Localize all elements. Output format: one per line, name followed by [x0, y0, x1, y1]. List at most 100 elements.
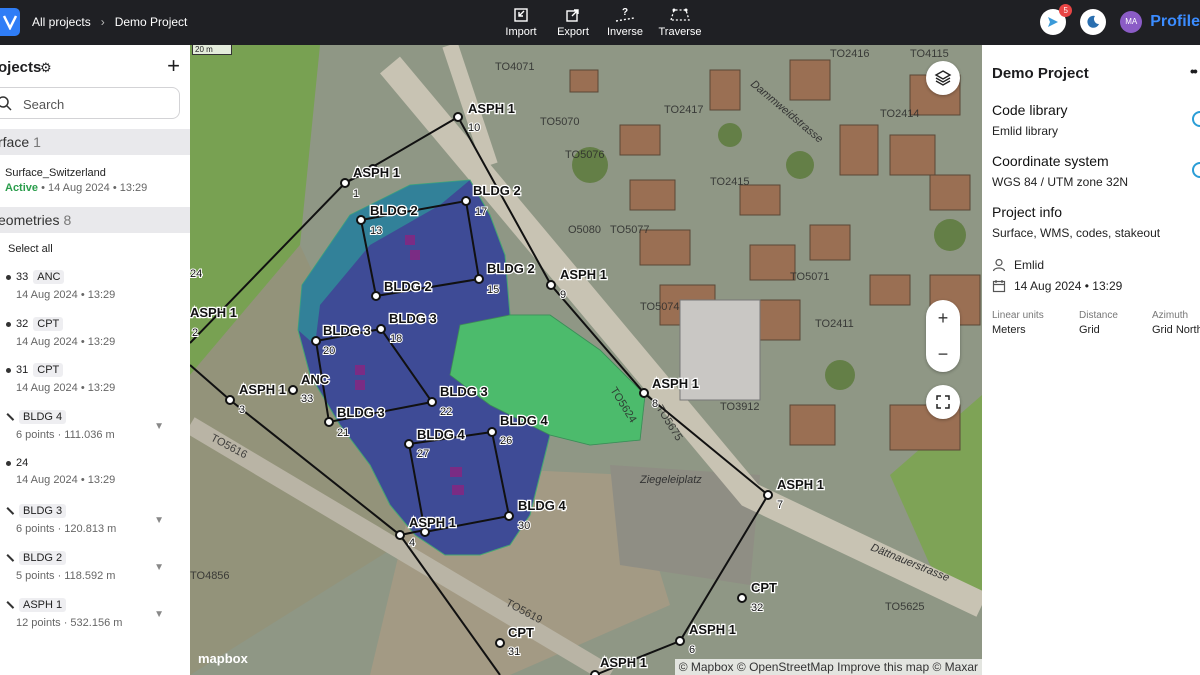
avatar[interactable]: MA [1120, 11, 1143, 33]
point-number: 15 [487, 284, 499, 296]
item-number: 31 [16, 364, 29, 376]
breadcrumb-separator: › [100, 15, 105, 29]
point-number: 20 [323, 345, 335, 357]
inverse-button[interactable]: ? Inverse [600, 6, 650, 38]
point-label: BLDG 2 [487, 261, 535, 276]
coordinate-system-edit-icon[interactable] [1192, 162, 1200, 178]
mapbox-logo[interactable]: mapbox [198, 651, 248, 666]
point-label: CPT [508, 625, 534, 640]
linear-units-value: Meters [992, 324, 1026, 336]
list-item[interactable]: 31 CPT 14 Aug 2024 • 13:29 [6, 363, 186, 394]
notifications-badge: 5 [1059, 4, 1073, 17]
fullscreen-icon [936, 395, 950, 409]
point-number: 32 [751, 602, 763, 614]
traverse-label: Traverse [658, 26, 702, 38]
layers-button[interactable] [926, 61, 960, 95]
list-item[interactable]: BLDG 3 6 points · 120.813 m ▼ [6, 504, 186, 535]
point-number: 9 [560, 289, 566, 301]
search-input[interactable]: Search [0, 87, 180, 119]
notifications-button[interactable]: 5 [1040, 4, 1073, 35]
chevron-down-icon[interactable]: ▼ [154, 609, 164, 620]
point-label: BLDG 4 [417, 427, 465, 442]
list-item[interactable]: 32 CPT 14 Aug 2024 • 13:29 [6, 317, 186, 348]
export-button[interactable]: Export [548, 6, 598, 38]
item-code-tag: ANC [33, 270, 65, 284]
chevron-down-icon[interactable]: ▼ [154, 421, 164, 432]
calendar-icon [992, 280, 1006, 293]
point-label: BLDG 4 [500, 413, 548, 428]
item-code-tag: BLDG 3 [19, 504, 67, 518]
more-options-icon[interactable]: •• [1190, 63, 1198, 79]
traverse-icon [670, 8, 690, 21]
line-icon [6, 554, 14, 562]
add-button[interactable]: + [167, 53, 180, 79]
list-item[interactable]: BLDG 4 6 points · 111.036 m ▼ [6, 410, 186, 441]
azimuth-key: Azimuth [1152, 310, 1189, 321]
point-label: BLDG 3 [440, 384, 488, 399]
list-item[interactable]: BLDG 2 5 points · 118.592 m ▼ [6, 551, 186, 582]
breadcrumb: All projects › Demo Project [32, 15, 187, 29]
surface-item[interactable]: Surface_Switzerland Active • 14 Aug 2024… [5, 167, 147, 194]
point-icon [6, 460, 11, 466]
point-label: ASPH 1 [468, 101, 515, 116]
point-number: 6 [689, 644, 695, 656]
item-code-tag: CPT [33, 317, 64, 331]
azimuth-value: Grid North [1152, 324, 1200, 336]
map-scale-bar: 20 m [192, 45, 232, 55]
zoom-in-button[interactable]: + [926, 300, 960, 336]
project-info-value: Surface, WMS, codes, stakeout [992, 226, 1161, 240]
surface-section-header[interactable]: rface 1 [0, 129, 190, 155]
select-all-button[interactable]: Select all [8, 243, 53, 255]
list-item[interactable]: 24 14 Aug 2024 • 13:29 [6, 457, 186, 486]
point-label: ASPH 1 [409, 515, 456, 530]
coordinate-system-heading: Coordinate system [992, 153, 1109, 169]
point-number: 13 [370, 225, 382, 237]
point-label: BLDG 3 [337, 405, 385, 420]
point-label: ASPH 1 [560, 267, 607, 282]
settings-gear-icon[interactable]: ⚙ [40, 60, 52, 76]
chevron-down-icon[interactable]: ▼ [154, 562, 164, 573]
inverse-icon: ? [615, 7, 635, 22]
fullscreen-button[interactable] [926, 385, 960, 419]
point-label: BLDG 2 [370, 203, 418, 218]
point-number: 3 [239, 404, 245, 416]
building-code-label: TO2415 [710, 176, 750, 188]
code-library-heading: Code library [992, 102, 1068, 118]
item-number: 24 [16, 457, 29, 469]
point-label: ASPH 1 [777, 477, 824, 492]
zoom-out-button[interactable]: − [926, 336, 960, 372]
import-button[interactable]: Import [496, 6, 546, 38]
profile-link[interactable]: Profile [1150, 13, 1200, 31]
app-logo[interactable] [0, 8, 20, 36]
item-meta: 14 Aug 2024 • 13:29 [16, 382, 116, 394]
list-item[interactable]: 33 ANC 14 Aug 2024 • 13:29 [6, 270, 186, 301]
surface-meta: • 14 Aug 2024 • 13:29 [38, 182, 148, 194]
projects-sidebar: ojects ⚙ + Search rface 1 Surface_Switzer… [0, 45, 190, 675]
coordinate-system-value: WGS 84 / UTM zone 32N [992, 175, 1129, 189]
building-code-label: TO5074 [640, 301, 680, 313]
export-label: Export [557, 26, 589, 38]
chevron-down-icon[interactable]: ▼ [154, 515, 164, 526]
line-icon [6, 601, 14, 609]
surface-name: Surface_Switzerland [5, 167, 106, 179]
theme-toggle-button[interactable] [1080, 9, 1107, 35]
item-code-tag: ASPH 1 [19, 598, 67, 612]
list-item[interactable]: ASPH 1 12 points · 532.156 m ▼ [6, 598, 186, 629]
building-code-label: TO5625 [885, 601, 925, 613]
search-icon [0, 96, 12, 111]
point-number: 4 [409, 537, 415, 549]
point-number: 24 [190, 268, 202, 280]
map-attribution[interactable]: © Mapbox © OpenStreetMap Improve this ma… [674, 659, 982, 675]
traverse-button[interactable]: Traverse [652, 6, 708, 38]
building-code-label: TO4115 [910, 48, 949, 60]
map-view[interactable]: TO4071 TO4115 TO2416 TO2417 TO2414 TO241… [190, 45, 982, 675]
breadcrumb-all-projects[interactable]: All projects [32, 15, 91, 29]
geometries-section-header[interactable]: eometries 8 [0, 207, 190, 233]
building-code-label: TO2417 [664, 104, 704, 116]
toolbar: Import Export ? Inverse Traverse [496, 6, 710, 38]
point-label: BLDG 2 [384, 279, 432, 294]
point-label: BLDG 2 [473, 183, 521, 198]
geometries-section-label: eometries [0, 212, 60, 228]
code-library-edit-icon[interactable] [1192, 111, 1200, 127]
distance-key: Distance [1079, 310, 1118, 321]
